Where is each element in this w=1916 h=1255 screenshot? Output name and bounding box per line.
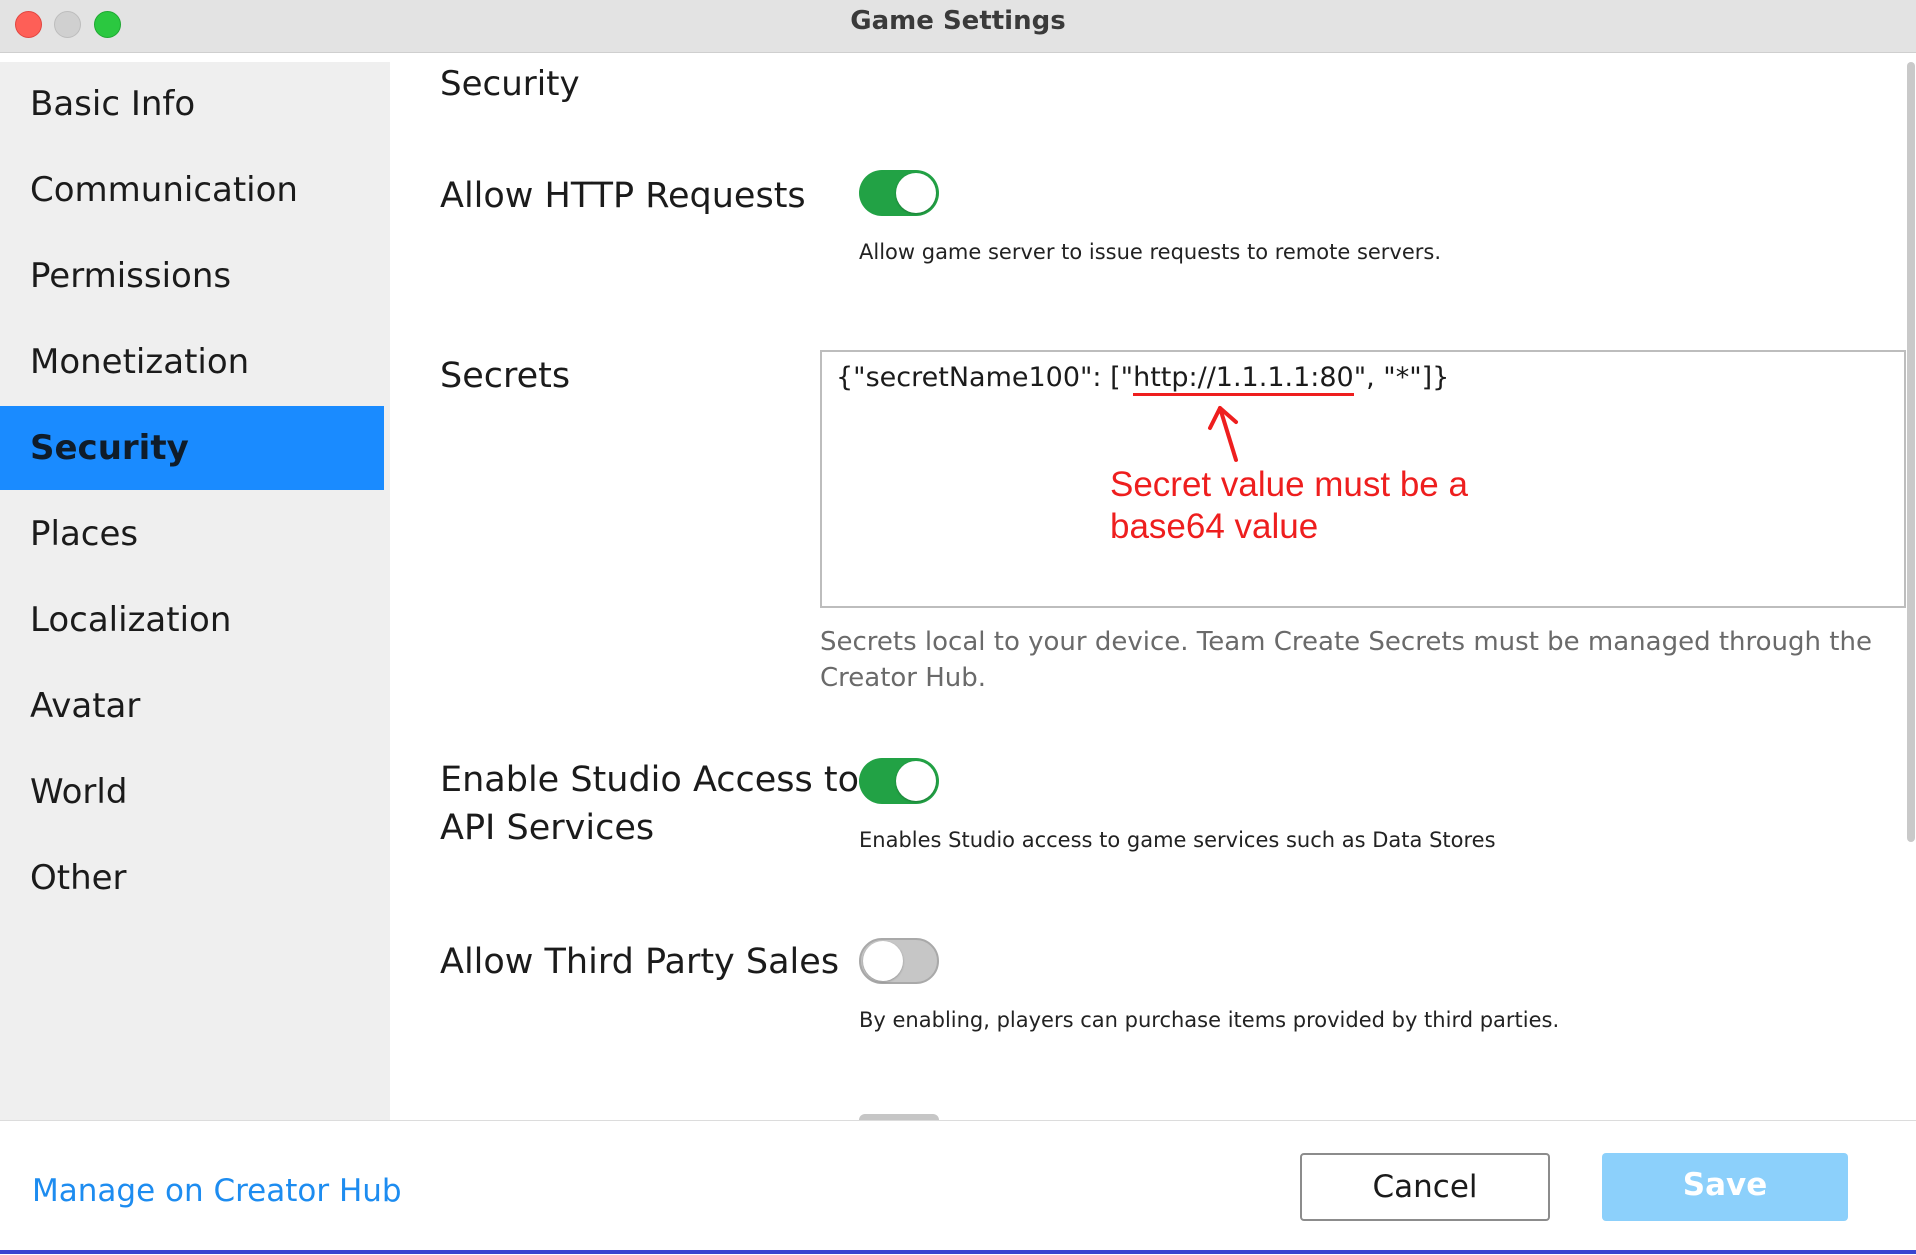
sidebar-item-security[interactable]: Security xyxy=(0,406,384,490)
secrets-value-suffix: ", "*"]} xyxy=(1353,362,1450,393)
sidebar-item-places[interactable]: Places xyxy=(0,492,384,576)
annotation-line-1: Secret value must be a xyxy=(1110,465,1468,504)
studio-api-toggle[interactable] xyxy=(859,758,939,804)
secrets-input[interactable]: {"secretName100": ["http://1.1.1.1:80", … xyxy=(820,350,1906,608)
desktop-background-strip xyxy=(0,1250,1916,1254)
manage-on-creator-hub-link[interactable]: Manage on Creator Hub xyxy=(32,1173,402,1209)
secrets-value-url: http://1.1.1.1:80 xyxy=(1133,362,1354,396)
annotation-arrow-icon xyxy=(1208,406,1238,462)
scrollbar-thumb[interactable] xyxy=(1907,62,1915,842)
sidebar-item-permissions[interactable]: Permissions xyxy=(0,234,384,318)
allow-http-description: Allow game server to issue requests to r… xyxy=(859,240,1442,264)
sidebar-item-communication[interactable]: Communication xyxy=(0,148,384,232)
sidebar-item-avatar[interactable]: Avatar xyxy=(0,664,384,748)
third-party-sales-description: By enabling, players can purchase items … xyxy=(859,1008,1560,1032)
sidebar-item-basic-info[interactable]: Basic Info xyxy=(0,62,384,146)
section-title: Security xyxy=(440,64,580,104)
sidebar-item-monetization[interactable]: Monetization xyxy=(0,320,384,404)
annotation-line-2: base64 value xyxy=(1110,507,1319,546)
window-title: Game Settings xyxy=(850,6,1066,36)
title-bar: Game Settings xyxy=(0,0,1916,53)
allow-http-toggle[interactable] xyxy=(859,170,939,216)
toggle-knob xyxy=(896,173,936,213)
cancel-button[interactable]: Cancel xyxy=(1300,1153,1550,1221)
sidebar-item-other[interactable]: Other xyxy=(0,836,384,920)
footer-bar: Manage on Creator Hub Cancel Save xyxy=(0,1120,1916,1255)
vertical-scrollbar[interactable] xyxy=(1905,62,1916,842)
secrets-value-prefix: {"secretName100": [" xyxy=(836,362,1134,393)
sidebar-item-world[interactable]: World xyxy=(0,750,384,834)
studio-api-description: Enables Studio access to game services s… xyxy=(859,828,1496,852)
save-button[interactable]: Save xyxy=(1602,1153,1848,1221)
studio-api-label-line-1: Enable Studio Access to xyxy=(440,760,860,800)
allow-http-label: Allow HTTP Requests xyxy=(440,176,806,216)
studio-api-label-line-2: API Services xyxy=(440,808,655,848)
secrets-annotation: Secret value must be a base64 value xyxy=(1110,464,1530,548)
secrets-label: Secrets xyxy=(440,356,571,396)
toggle-knob xyxy=(863,941,903,981)
third-party-sales-toggle[interactable] xyxy=(859,938,939,984)
sidebar: Basic Info Communication Permissions Mon… xyxy=(0,62,390,1120)
toggle-knob xyxy=(896,761,936,801)
secrets-description: Secrets local to your device. Team Creat… xyxy=(820,627,1872,693)
sidebar-item-localization[interactable]: Localization xyxy=(0,578,384,662)
third-party-sales-label: Allow Third Party Sales xyxy=(440,942,840,982)
studio-api-label: Enable Studio Access to API Services xyxy=(440,756,859,852)
settings-panel: Security Allow HTTP Requests Allow game … xyxy=(390,62,1916,1120)
